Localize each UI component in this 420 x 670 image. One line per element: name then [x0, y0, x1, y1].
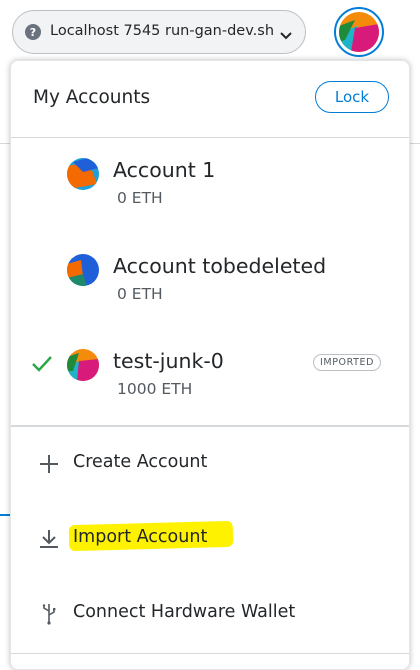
account-item-1[interactable]: Account 1 0 ETH	[11, 158, 409, 250]
account-name: test-junk-0	[113, 349, 224, 373]
background-divider	[410, 143, 420, 144]
account-item-2[interactable]: Account tobedeleted 0 ETH	[11, 254, 409, 346]
divider	[11, 653, 409, 654]
account-menu-avatar[interactable]	[334, 7, 384, 57]
menu-title: My Accounts	[33, 87, 151, 108]
background-tab-indicator	[0, 514, 10, 516]
account-balance: 1000 ETH	[117, 380, 193, 398]
imported-badge: IMPORTED	[313, 354, 382, 371]
account-name: Account tobedeleted	[113, 254, 327, 278]
network-label: Localhost 7545 run-gan-dev.sh	[50, 23, 275, 39]
identicon-icon	[67, 158, 99, 190]
lock-button[interactable]: Lock	[315, 81, 389, 113]
plus-icon	[37, 452, 61, 476]
import-account-label: Import Account	[73, 527, 208, 547]
network-selector[interactable]: ? Localhost 7545 run-gan-dev.sh	[12, 10, 306, 54]
identicon-icon	[339, 12, 379, 52]
account-balance: 0 ETH	[117, 285, 163, 303]
connect-hardware-wallet-item[interactable]: Connect Hardware Wallet	[11, 584, 409, 644]
checkmark-icon	[31, 355, 53, 377]
identicon-icon	[67, 254, 99, 286]
download-icon	[37, 527, 61, 551]
chevron-down-icon	[279, 26, 293, 45]
divider	[11, 137, 409, 138]
usb-icon	[37, 602, 61, 626]
menu-header: My Accounts Lock	[11, 61, 409, 137]
background-divider	[0, 143, 10, 144]
account-name: Account 1	[113, 158, 216, 182]
account-balance: 0 ETH	[117, 189, 163, 207]
divider	[11, 425, 409, 427]
create-account-label: Create Account	[73, 452, 208, 472]
create-account-item[interactable]: Create Account	[11, 434, 409, 494]
question-icon: ?	[25, 24, 41, 40]
identicon-icon	[67, 349, 99, 381]
import-account-item[interactable]: Import Account	[11, 509, 409, 569]
account-menu: My Accounts Lock Account 1 0 ETH Account…	[10, 60, 410, 670]
account-item-3[interactable]: test-junk-0 IMPORTED 1000 ETH	[11, 349, 409, 441]
connect-hardware-wallet-label: Connect Hardware Wallet	[73, 602, 296, 622]
